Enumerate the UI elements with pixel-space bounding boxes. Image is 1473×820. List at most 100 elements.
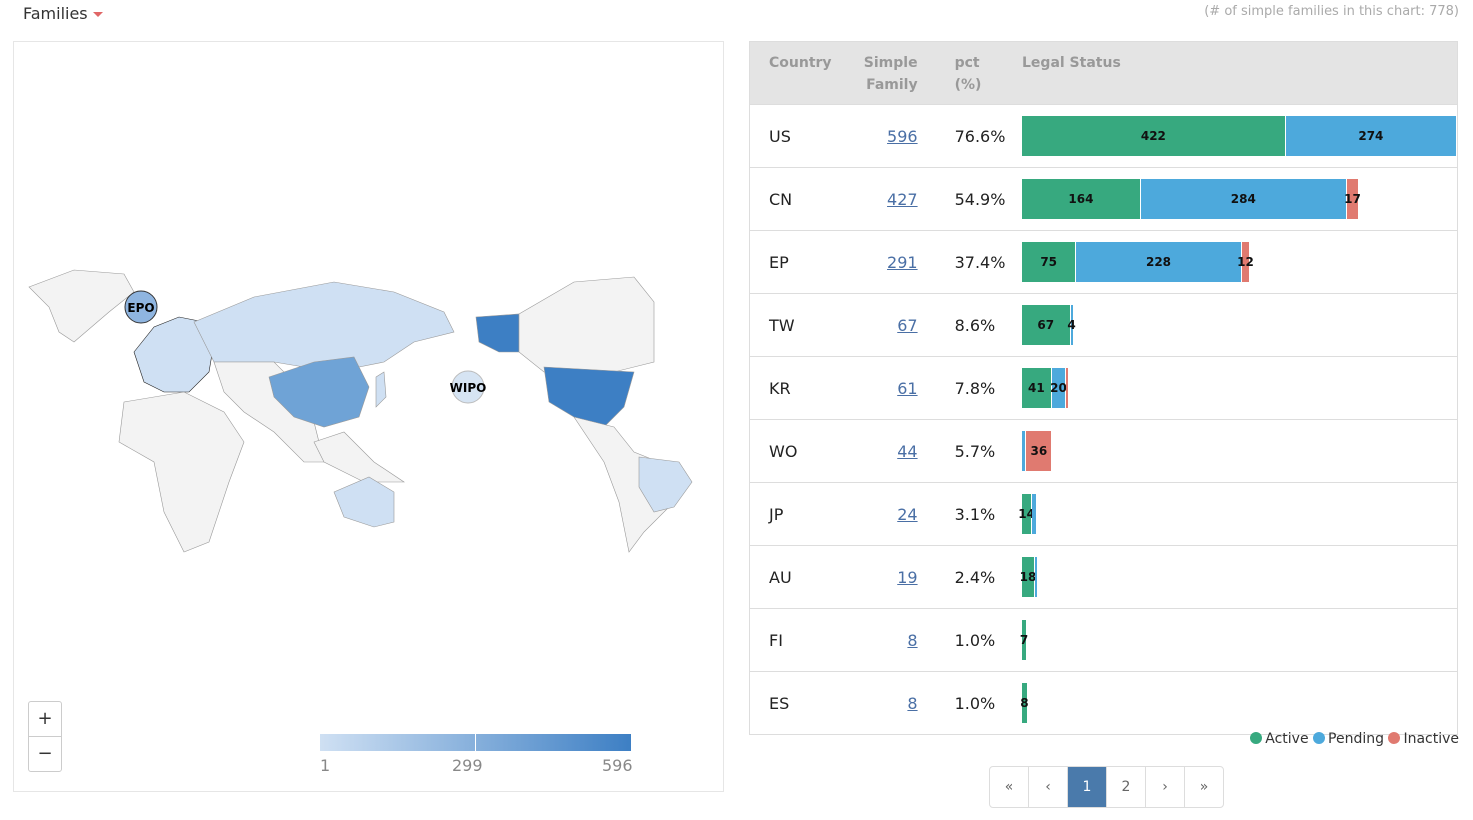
inactive-segment[interactable]: 12 [1237, 242, 1254, 282]
pct-value: 3.1% [917, 482, 1011, 546]
pct-value: 8.6% [917, 293, 1011, 357]
zoom-control: + − [28, 701, 62, 772]
family-count-link[interactable]: 596 [887, 127, 918, 146]
inactive-segment[interactable] [1066, 368, 1070, 408]
family-count-link[interactable]: 291 [887, 253, 918, 272]
legal-status-bar: 67 4 [1022, 305, 1457, 345]
family-count-link[interactable]: 8 [907, 631, 917, 650]
country-code: US [749, 104, 846, 168]
legal-status-bar: 75 228 12 [1022, 242, 1457, 282]
family-count-link[interactable]: 24 [897, 505, 917, 524]
country-code: EP [749, 230, 846, 294]
inactive-dot-icon [1388, 732, 1401, 744]
pct-value: 7.8% [917, 356, 1011, 420]
family-count-link[interactable]: 8 [907, 694, 917, 713]
map-greenland [28, 269, 135, 343]
families-label: Families [23, 4, 88, 23]
pending-segment[interactable] [1035, 557, 1039, 597]
prev-page-button[interactable]: ‹ [1028, 767, 1067, 807]
active-segment[interactable]: 8 [1020, 683, 1029, 723]
country-code: JP [749, 482, 846, 546]
caret-down-icon [92, 12, 103, 17]
legend-active[interactable]: Active [1265, 731, 1308, 747]
next-page-button[interactable]: › [1145, 767, 1184, 807]
table-row: KR 61 7.8% 41 20 [749, 356, 1458, 420]
header-family[interactable]: Simple Family [845, 41, 918, 105]
legend-inactive[interactable]: Inactive [1403, 731, 1459, 747]
pending-segment[interactable] [1032, 494, 1038, 534]
legal-status-bar: 422 274 [1022, 116, 1457, 156]
table-row: JP 24 3.1% 14 [749, 482, 1458, 546]
country-code: CN [749, 167, 846, 231]
pct-value: 2.4% [917, 545, 1011, 609]
pending-segment[interactable]: 284 [1140, 179, 1347, 219]
map-alaska [475, 313, 520, 353]
zoom-out-button[interactable]: − [29, 736, 61, 771]
active-dot-icon [1250, 732, 1263, 744]
map-se-asia [313, 431, 405, 483]
status-legend: Active Pending Inactive [1250, 731, 1459, 747]
legal-status-bar: 36 [1022, 431, 1457, 471]
pending-segment[interactable]: 4 [1067, 305, 1076, 345]
legal-status-bar: 41 20 [1022, 368, 1457, 408]
country-code: KR [749, 356, 846, 420]
family-count-link[interactable]: 44 [897, 442, 917, 461]
pending-segment[interactable]: 20 [1050, 368, 1067, 408]
family-count-link[interactable]: 61 [897, 379, 917, 398]
pct-value: 54.9% [917, 167, 1011, 231]
active-segment[interactable]: 67 [1022, 305, 1071, 345]
zoom-in-button[interactable]: + [29, 702, 61, 736]
world-map[interactable]: EPO WIPO + − 1 299 596 [13, 41, 724, 792]
color-scale [320, 734, 631, 751]
pct-value: 76.6% [917, 104, 1011, 168]
country-code: ES [749, 671, 846, 735]
active-segment[interactable]: 41 [1022, 368, 1052, 408]
header-country[interactable]: Country [749, 41, 846, 105]
active-segment[interactable]: 7 [1020, 620, 1028, 660]
pct-value: 1.0% [917, 671, 1011, 735]
scale-max: 596 [602, 756, 633, 775]
family-count-link[interactable]: 19 [897, 568, 917, 587]
table-row: AU 19 2.4% 18 [749, 545, 1458, 609]
map-australia [333, 476, 395, 528]
page-2-button[interactable]: 2 [1106, 767, 1145, 807]
header-pct[interactable]: pct (%) [917, 41, 1011, 105]
family-count-link[interactable]: 67 [897, 316, 917, 335]
active-segment[interactable]: 14 [1018, 494, 1035, 534]
country-code: WO [749, 419, 846, 483]
active-segment[interactable]: 75 [1022, 242, 1077, 282]
first-page-button[interactable]: « [990, 767, 1028, 807]
country-code: AU [749, 545, 846, 609]
active-segment[interactable]: 18 [1020, 557, 1036, 597]
pct-value: 1.0% [917, 608, 1011, 672]
family-count-link[interactable]: 427 [887, 190, 918, 209]
map-russia [193, 281, 455, 373]
page-1-button[interactable]: 1 [1067, 767, 1106, 807]
legal-status-bar: 164 284 17 [1022, 179, 1457, 219]
active-segment[interactable]: 164 [1022, 179, 1141, 219]
pending-segment[interactable]: 228 [1076, 242, 1242, 282]
legend-pending[interactable]: Pending [1328, 731, 1384, 747]
legal-status-bar: 7 [1020, 620, 1457, 660]
scale-min: 1 [320, 756, 331, 775]
country-code: FI [749, 608, 846, 672]
map-usa [543, 366, 635, 428]
families-dropdown[interactable]: Families [23, 4, 103, 23]
table-row: US 596 76.6% 422 274 [749, 104, 1458, 168]
epo-label: EPO [127, 301, 154, 315]
family-count: (# of simple families in this chart: 778… [1204, 4, 1459, 19]
active-segment[interactable]: 422 [1022, 116, 1286, 156]
pct-value: 5.7% [917, 419, 1011, 483]
scale-mid: 299 [452, 756, 483, 775]
header-legal-status[interactable]: Legal Status [1011, 41, 1458, 105]
pending-segment[interactable]: 274 [1285, 116, 1457, 156]
country-table: Country Simple Family pct (%) Legal Stat… [749, 41, 1458, 735]
map-svg[interactable]: EPO WIPO [14, 42, 723, 791]
table-row: TW 67 8.6% 67 4 [749, 293, 1458, 357]
last-page-button[interactable]: » [1184, 767, 1223, 807]
inactive-segment[interactable]: 17 [1344, 179, 1361, 219]
map-africa [118, 391, 245, 553]
country-code: TW [749, 293, 846, 357]
inactive-segment[interactable]: 36 [1026, 431, 1053, 471]
wipo-label: WIPO [450, 381, 487, 395]
